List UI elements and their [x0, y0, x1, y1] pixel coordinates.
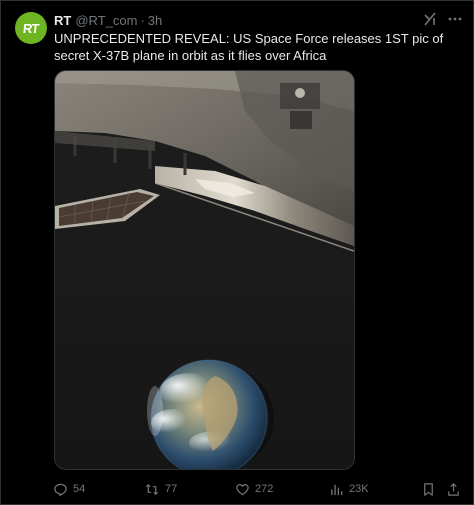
action-bar: 54 77 272 23K [0, 480, 474, 498]
views-button[interactable]: 23K [329, 480, 369, 498]
avatar[interactable]: RT [15, 12, 47, 44]
header-separator: · [140, 12, 145, 28]
grok-icon [424, 12, 436, 26]
like-button[interactable]: 272 [235, 480, 273, 498]
reply-icon [54, 483, 67, 496]
repost-icon [145, 483, 159, 495]
like-count: 272 [255, 483, 274, 495]
grok-button[interactable] [421, 10, 439, 28]
post-text: UNPRECEDENTED REVEAL: US Space Force rel… [54, 31, 444, 63]
repost-button[interactable]: 77 [144, 480, 177, 498]
views-count: 23K [349, 483, 369, 495]
x37b-earth-photo [55, 71, 354, 469]
more-options-button[interactable] [446, 10, 464, 28]
author-handle[interactable]: @RT_com [75, 13, 137, 28]
reply-count: 54 [73, 483, 86, 495]
more-options-icon [448, 17, 462, 21]
bookmark-icon [424, 482, 433, 496]
reply-button[interactable]: 54 [53, 480, 85, 498]
like-icon [236, 483, 249, 495]
share-icon [448, 482, 459, 496]
post-image[interactable] [54, 70, 355, 470]
post-timestamp[interactable]: 3h [148, 13, 162, 28]
post-header: RT @RT_com · 3h [54, 12, 162, 28]
views-icon [331, 484, 343, 495]
author-name[interactable]: RT [54, 13, 71, 28]
avatar-logo-text: RT [22, 20, 40, 36]
bookmark-button[interactable] [421, 480, 436, 498]
share-button[interactable] [446, 480, 461, 498]
repost-count: 77 [165, 483, 178, 495]
